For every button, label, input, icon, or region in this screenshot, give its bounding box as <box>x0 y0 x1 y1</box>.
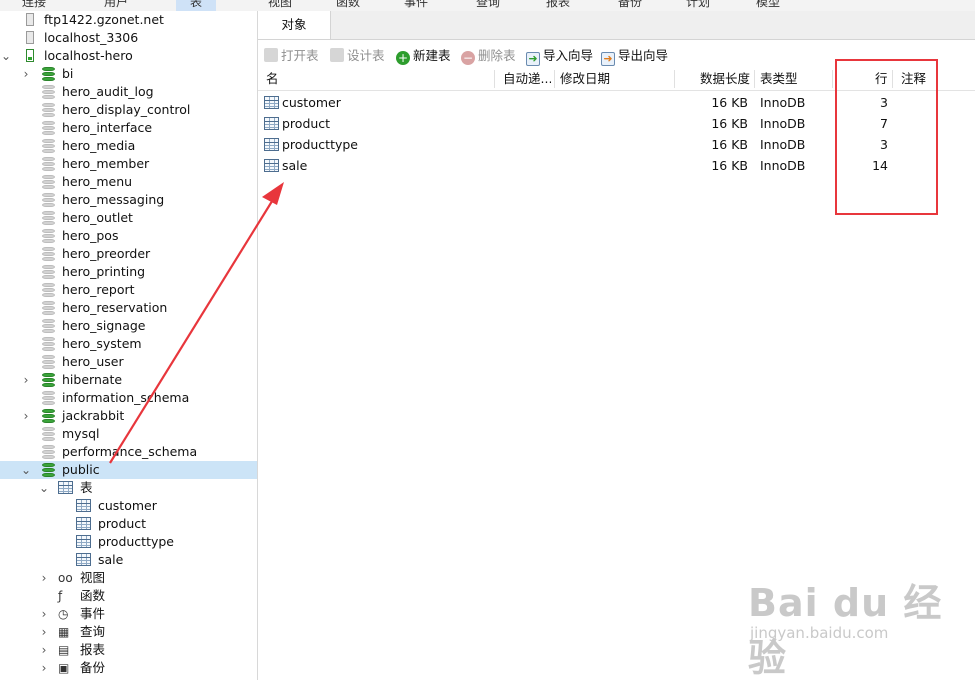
watermark-url: jingyan.baidu.com <box>750 624 889 642</box>
baidu-watermark: Bai du 经验 jingyan.baidu.com <box>748 572 948 680</box>
arrow-shaft <box>109 197 275 464</box>
arrow-head <box>262 182 284 205</box>
